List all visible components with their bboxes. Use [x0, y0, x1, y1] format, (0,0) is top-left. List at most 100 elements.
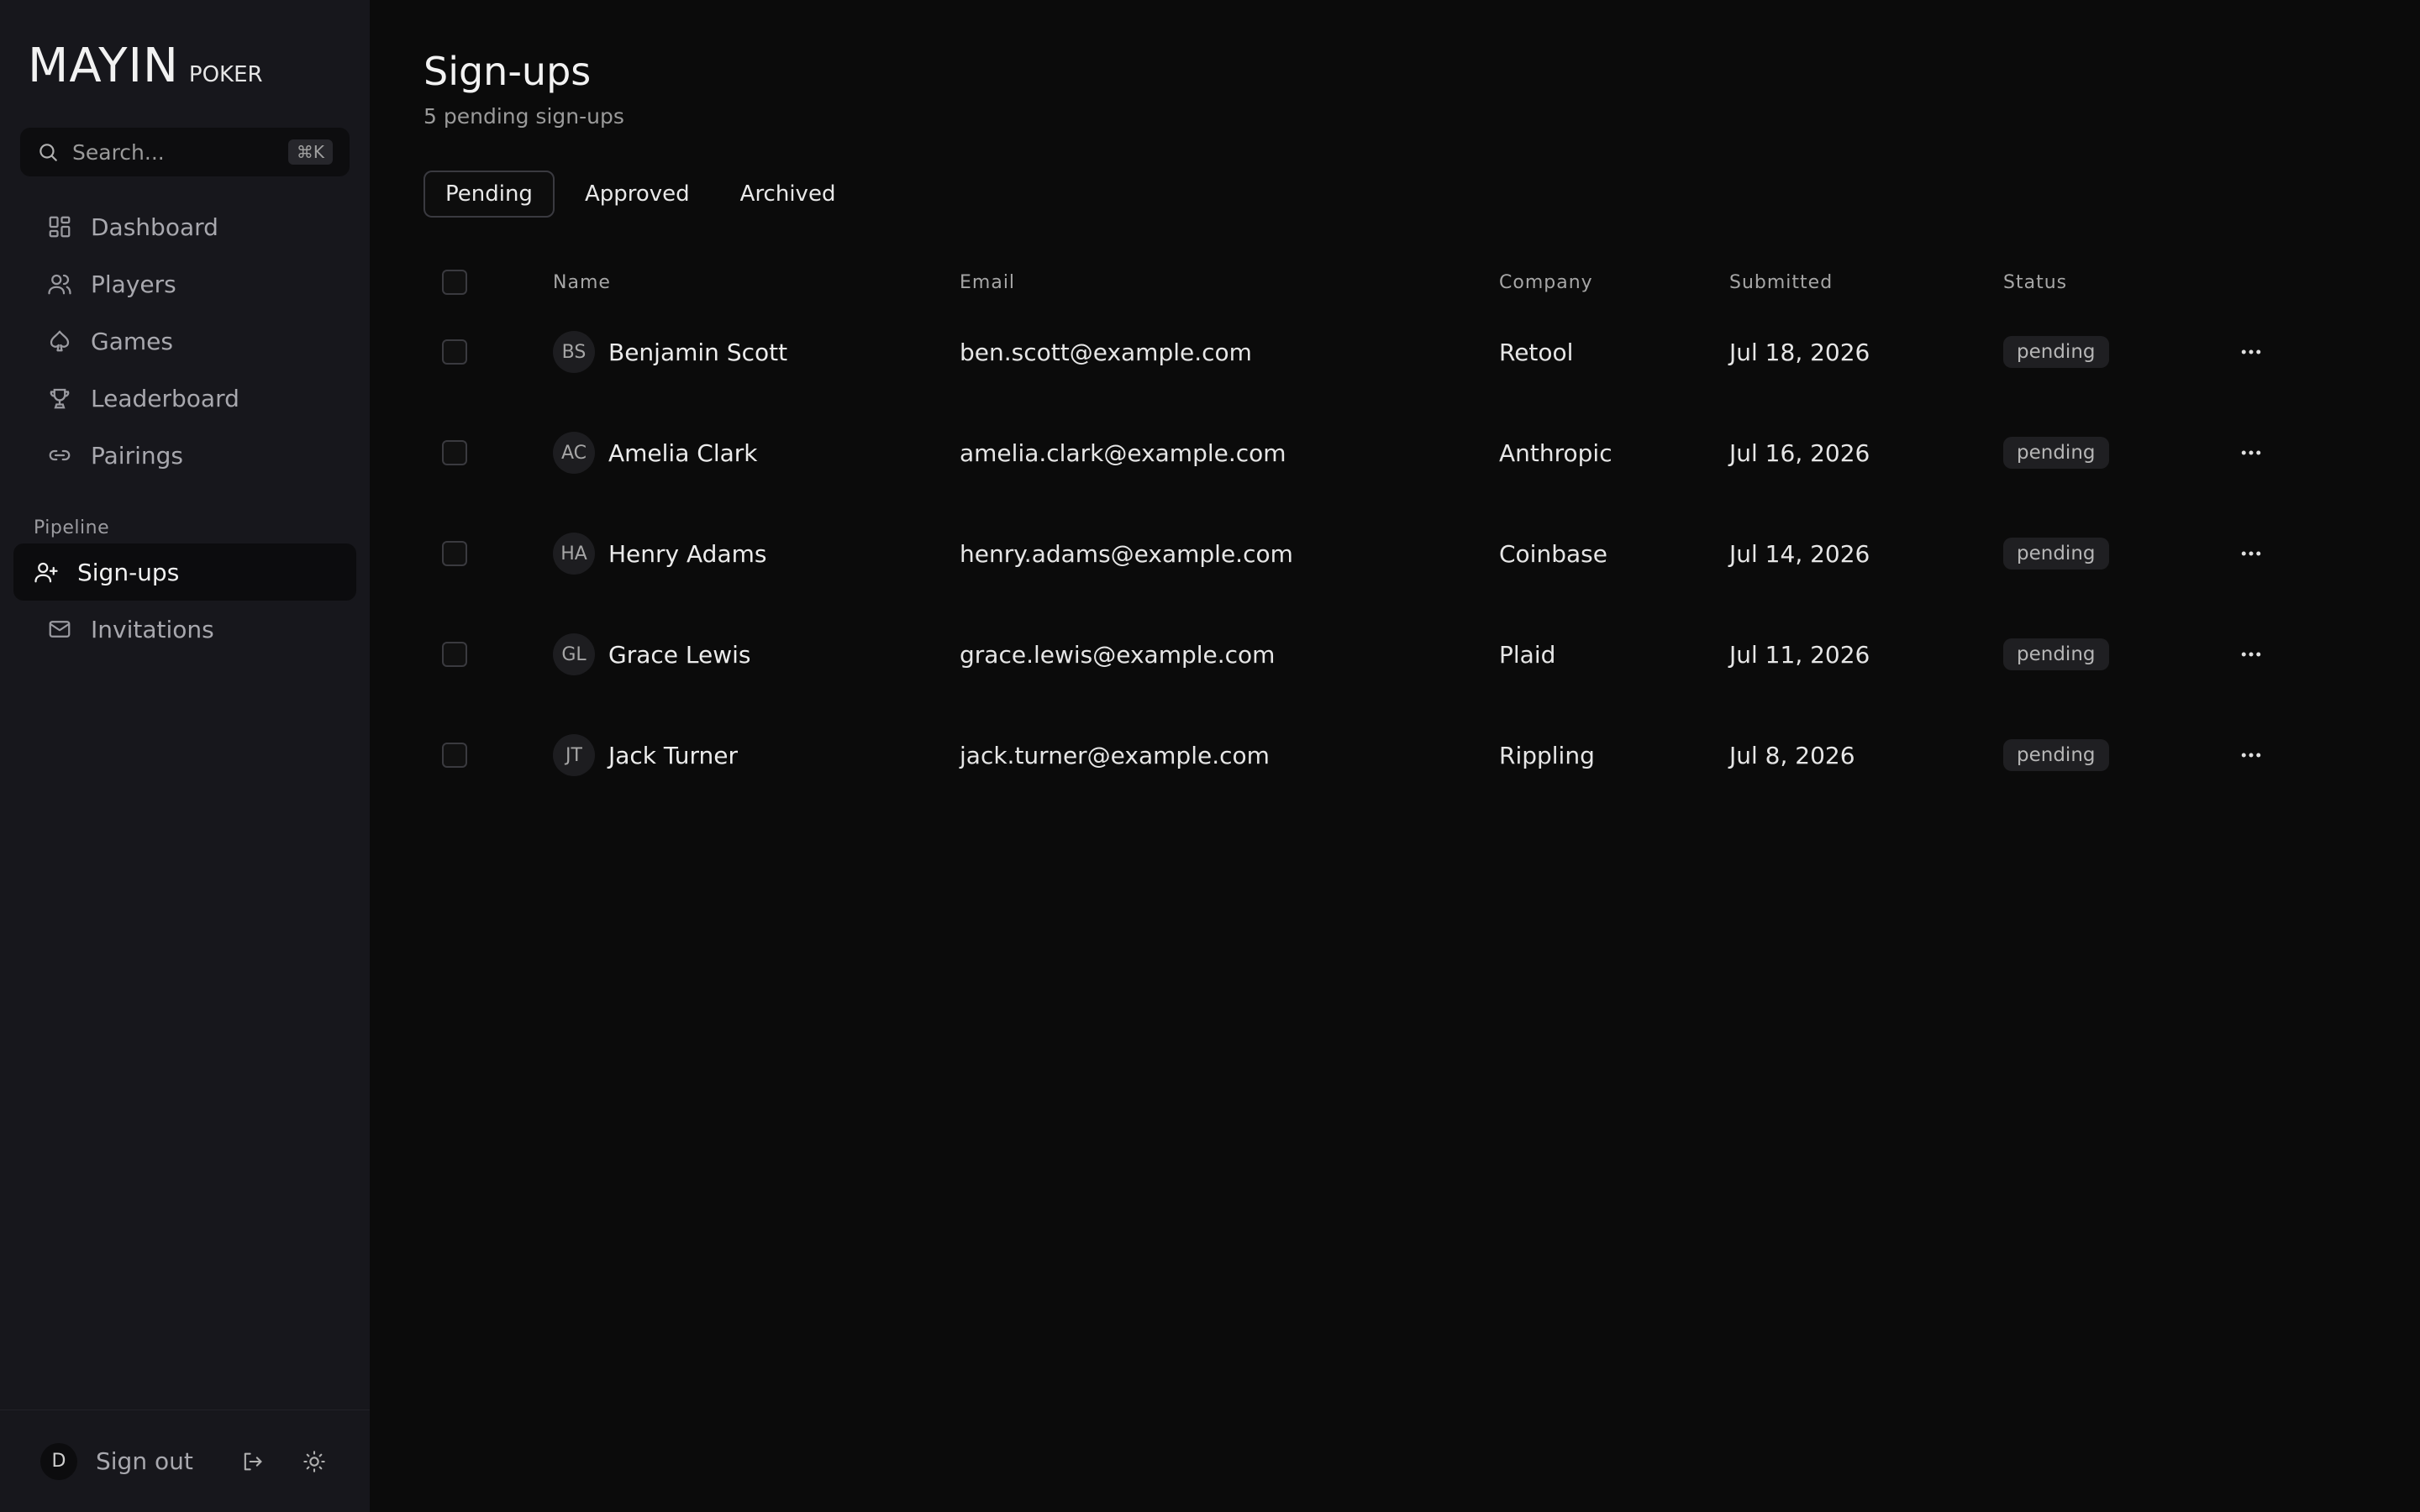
logout-icon	[244, 1452, 262, 1470]
status-tabs: Pending Approved Archived	[424, 171, 2420, 218]
sidebar-footer: D Sign out	[0, 1410, 370, 1512]
column-header-company[interactable]: Company	[1499, 272, 1593, 293]
row-checkbox[interactable]	[442, 541, 467, 566]
row-submitted: Jul 14, 2026	[1729, 539, 1870, 568]
more-horizontal-icon	[2241, 349, 2261, 354]
select-all-checkbox[interactable]	[442, 270, 467, 295]
page-subtitle: 5 pending sign-ups	[424, 104, 624, 129]
column-header-name[interactable]: Name	[553, 272, 611, 293]
mail-icon	[49, 621, 71, 638]
row-email: grace.lewis@example.com	[960, 640, 1276, 669]
row-actions-button[interactable]	[2238, 440, 2264, 465]
brand-logo[interactable]: MAYIN POKER	[0, 0, 370, 128]
tab-archived[interactable]: Archived	[720, 171, 856, 218]
row-checkbox[interactable]	[442, 440, 467, 465]
avatar[interactable]: D	[40, 1442, 77, 1480]
row-company: Coinbase	[1499, 539, 1607, 568]
row-email: jack.turner@example.com	[960, 741, 1270, 769]
sidebar-item-dashboard[interactable]: Dashboard	[13, 198, 356, 255]
sidebar-item-sign-ups[interactable]: Sign-ups	[13, 543, 356, 601]
row-company: Rippling	[1499, 741, 1595, 769]
sidebar-item-leaderboard[interactable]: Leaderboard	[13, 370, 356, 427]
row-checkbox[interactable]	[442, 339, 467, 365]
grid-icon	[49, 216, 71, 238]
sidebar-item-players[interactable]: Players	[13, 255, 356, 312]
status-badge: pending	[2003, 538, 2109, 570]
row-email: henry.adams@example.com	[960, 539, 1293, 568]
table-row[interactable]: JT Jack Turner jack.turner@example.com Ri…	[424, 705, 2306, 806]
column-header-submitted[interactable]: Submitted	[1729, 272, 1833, 293]
sidebar: MAYIN POKER Search... ⌘K Dashboard Playe…	[0, 0, 370, 1512]
sidebar-item-label: Pairings	[91, 441, 183, 470]
row-submitted: Jul 18, 2026	[1729, 338, 1870, 366]
search-placeholder: Search...	[72, 139, 165, 165]
column-header-email[interactable]: Email	[960, 272, 1015, 293]
brand-name: MAYIN	[28, 39, 179, 93]
sidebar-item-pairings[interactable]: Pairings	[13, 427, 356, 484]
sign-out-label[interactable]: Sign out	[96, 1447, 230, 1475]
main-content: Sign-ups 5 pending sign-ups Pending Appr…	[370, 0, 2420, 1512]
row-actions-button[interactable]	[2238, 642, 2264, 667]
tab-pending[interactable]: Pending	[424, 171, 555, 218]
row-company: Plaid	[1499, 640, 1556, 669]
avatar: HA	[553, 533, 595, 575]
sidebar-item-label: Players	[91, 270, 176, 298]
sidebar-item-invitations[interactable]: Invitations	[13, 601, 356, 658]
sidebar-item-label: Games	[91, 327, 173, 355]
users-icon	[48, 274, 71, 295]
row-name: Henry Adams	[608, 539, 767, 568]
row-actions-button[interactable]	[2238, 339, 2264, 365]
row-email: amelia.clark@example.com	[960, 438, 1286, 467]
search-icon	[39, 144, 57, 161]
sidebar-item-games[interactable]: Games	[13, 312, 356, 370]
main-nav: Dashboard Players Games Leaderboard Pair…	[0, 198, 370, 658]
table-row[interactable]: AC Amelia Clark amelia.clark@example.com …	[424, 402, 2306, 503]
link-icon	[49, 449, 71, 461]
sign-out-button[interactable]	[240, 1450, 264, 1473]
more-horizontal-icon	[2241, 450, 2261, 455]
more-horizontal-icon	[2241, 652, 2261, 657]
sidebar-item-label: Invitations	[91, 615, 214, 643]
user-plus-icon	[34, 562, 58, 583]
table-row[interactable]: BS Benjamin Scott ben.scott@example.com R…	[424, 302, 2306, 402]
row-name: Benjamin Scott	[608, 338, 788, 366]
status-badge: pending	[2003, 437, 2109, 469]
more-horizontal-icon	[2241, 753, 2261, 758]
row-checkbox[interactable]	[442, 743, 467, 768]
sidebar-item-label: Dashboard	[91, 213, 218, 241]
avatar: AC	[553, 432, 595, 474]
trophy-icon	[50, 388, 70, 409]
avatar: GL	[553, 633, 595, 675]
table-row[interactable]: HA Henry Adams henry.adams@example.com Co…	[424, 503, 2306, 604]
row-company: Anthropic	[1499, 438, 1612, 467]
status-badge: pending	[2003, 739, 2109, 771]
sidebar-item-label: Leaderboard	[91, 384, 239, 412]
row-submitted: Jul 11, 2026	[1729, 640, 1870, 669]
row-checkbox[interactable]	[442, 642, 467, 667]
column-header-status[interactable]: Status	[2003, 272, 2067, 293]
row-submitted: Jul 16, 2026	[1729, 438, 1870, 467]
more-horizontal-icon	[2241, 551, 2261, 556]
row-name: Amelia Clark	[608, 438, 758, 467]
theme-toggle-button[interactable]	[302, 1450, 326, 1473]
sidebar-item-label: Sign-ups	[77, 558, 180, 586]
tab-approved[interactable]: Approved	[565, 171, 710, 218]
row-submitted: Jul 8, 2026	[1729, 741, 1855, 769]
row-actions-button[interactable]	[2238, 541, 2264, 566]
row-company: Retool	[1499, 338, 1574, 366]
nav-section-label: Pipeline	[34, 517, 110, 538]
row-actions-button[interactable]	[2238, 743, 2264, 768]
spade-icon	[50, 330, 70, 352]
status-badge: pending	[2003, 638, 2109, 670]
row-name: Jack Turner	[608, 741, 739, 769]
status-badge: pending	[2003, 336, 2109, 368]
avatar: BS	[553, 331, 595, 373]
table-row[interactable]: GL Grace Lewis grace.lewis@example.com Pl…	[424, 604, 2306, 705]
search-shortcut-badge: ⌘K	[287, 139, 333, 165]
page-title: Sign-ups	[424, 49, 592, 94]
table-header-row: Name Email Company Submitted Status	[424, 263, 2306, 302]
signups-table: Name Email Company Submitted Status BS Be…	[424, 263, 2306, 806]
avatar: JT	[553, 734, 595, 776]
search-input[interactable]: Search... ⌘K	[20, 128, 350, 176]
sun-icon	[303, 1450, 325, 1473]
